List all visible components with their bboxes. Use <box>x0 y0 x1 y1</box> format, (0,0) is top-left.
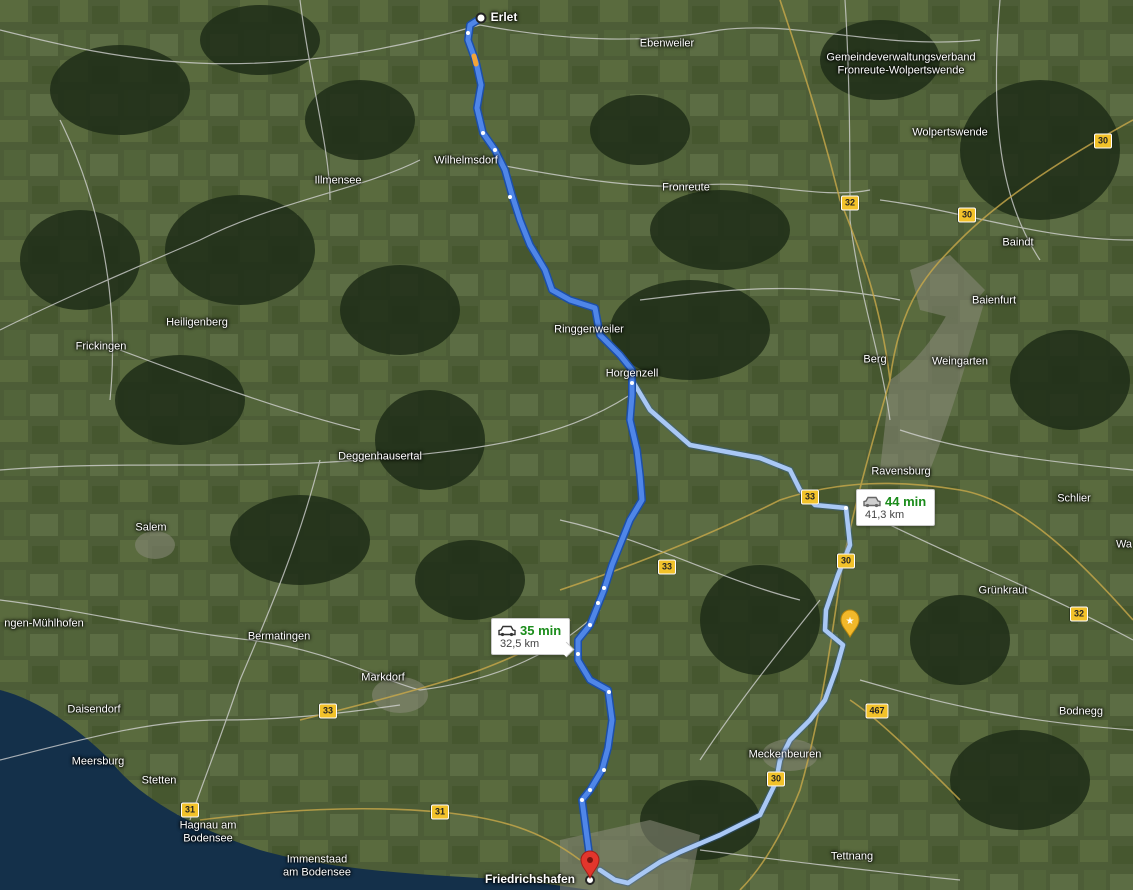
place-label-gruenkraut: Grünkraut <box>978 584 1028 597</box>
traffic-segment <box>471 53 479 67</box>
road-shield-31-east: 31 <box>430 804 450 820</box>
place-label-meersburg: Meersburg <box>71 755 125 768</box>
place-label-tettnang: Tettnang <box>830 850 874 863</box>
place-label-horgenzell: Horgenzell <box>605 367 659 380</box>
place-label-wolpertswende: Wolpertswende <box>912 126 988 139</box>
road-shield-32-east: 32 <box>1069 606 1089 622</box>
place-label-immenstaad: Immenstaad am Bodensee <box>283 853 351 878</box>
place-label-heiligenberg: Heiligenberg <box>166 316 228 329</box>
place-label-markdorf: Markdorf <box>361 671 405 684</box>
svg-text:★: ★ <box>846 616 855 627</box>
road-shield-30-north: 30 <box>957 207 977 223</box>
place-label-ebenweiler: Ebenweiler <box>639 37 695 50</box>
primary-route-distance: 32,5 km <box>500 638 540 650</box>
place-label-deggenhausertal: Deggenhausertal <box>338 450 422 463</box>
place-label-fronreute: Fronreute <box>662 181 710 194</box>
place-label-salem: Salem <box>135 521 167 534</box>
road-shield-467: 467 <box>865 703 889 719</box>
place-label-meckenbeuren: Meckenbeuren <box>748 748 822 761</box>
place-label-bermatingen: Bermatingen <box>247 630 311 643</box>
place-label-wilhelmsdorf: Wilhelmsdorf <box>434 154 498 167</box>
place-label-friedrichshafen: Friedrichshafen <box>484 872 576 887</box>
alt-route-distance: 41,3 km <box>865 509 905 521</box>
place-label-frickingen: Frickingen <box>75 340 127 353</box>
car-icon <box>863 496 881 507</box>
place-label-muehlhofen: ngen-Mühlhofen <box>4 617 84 630</box>
place-label-gvv-fronreute: Gemeindeverwaltungsverband Fronreute-Wol… <box>826 51 976 76</box>
map-canvas[interactable]: ★ Erlet Ebenweiler Gemeindeverwaltungsve… <box>0 0 1133 890</box>
origin-marker[interactable] <box>475 12 487 24</box>
car-icon <box>498 625 516 636</box>
place-label-weingarten: Weingarten <box>931 355 989 368</box>
place-label-daisendorf: Daisendorf <box>67 703 121 716</box>
place-label-baindt: Baindt <box>1002 236 1034 249</box>
road-shield-33-ravensburg: 33 <box>800 489 820 505</box>
alt-route-card[interactable]: 44 min 41,3 km <box>856 489 936 526</box>
place-label-ravensburg: Ravensburg <box>871 465 931 478</box>
road-shield-30-ne: 30 <box>1093 133 1113 149</box>
alt-route-duration: 44 min <box>885 494 927 509</box>
place-label-stetten: Stetten <box>141 774 177 787</box>
road-shield-32-north: 32 <box>840 195 860 211</box>
road-shield-30-ravensburg: 30 <box>836 553 856 569</box>
primary-route-duration: 35 min <box>520 623 562 638</box>
road-shield-33-center: 33 <box>657 559 677 575</box>
place-label-ringgenweiler: Ringgenweiler <box>554 323 624 336</box>
place-label-illmensee: Illmensee <box>314 174 362 187</box>
place-label-schlier: Schlier <box>1057 492 1091 505</box>
place-label-baienfurt: Baienfurt <box>971 294 1017 307</box>
place-label-erlet: Erlet <box>490 10 518 25</box>
road-shield-30-south: 30 <box>766 771 786 787</box>
place-label-berg: Berg <box>863 353 887 366</box>
road-shield-31-hagnau: 31 <box>180 802 200 818</box>
place-label-hagnau: Hagnau am Bodensee <box>179 819 237 844</box>
road-shield-33-markdorf: 33 <box>318 703 338 719</box>
place-label-bodnegg: Bodnegg <box>1058 705 1104 718</box>
place-label-wa: Wa <box>1115 538 1133 551</box>
